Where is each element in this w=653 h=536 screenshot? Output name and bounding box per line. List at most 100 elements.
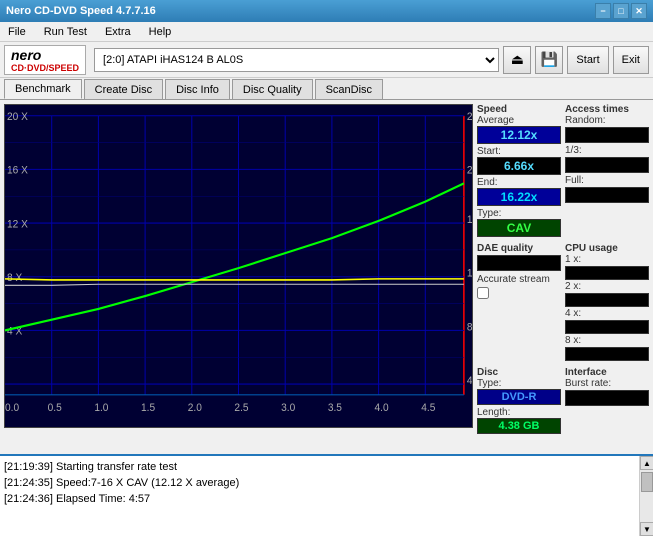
menu-file[interactable]: File (4, 24, 30, 40)
chart-area: 20 X 16 X 12 X 8 X 4 X 24 20 16 12 8 4 0… (4, 104, 473, 428)
access-times-section: Access times Random: 1/3: Full: (565, 104, 649, 237)
menu-help[interactable]: Help (145, 24, 176, 40)
scroll-down-button[interactable]: ▼ (640, 522, 653, 536)
logo: nero CD·DVD/SPEED (4, 45, 86, 75)
log-scrollbar: ▲ ▼ (639, 456, 653, 536)
cpu-1x-label: 1 x: (565, 254, 649, 265)
cpu-4x-label: 4 x: (565, 308, 649, 319)
svg-text:0.5: 0.5 (48, 403, 62, 414)
save-button[interactable]: 💾 (535, 46, 563, 74)
svg-text:8: 8 (467, 322, 472, 333)
random-label: Random: (565, 115, 649, 126)
svg-text:4: 4 (467, 376, 472, 387)
cpu-1x-box (565, 266, 649, 280)
svg-text:0.0: 0.0 (5, 403, 19, 414)
disc-section: Disc Type: DVD-R Length: 4.38 GB (477, 367, 561, 434)
log-line-3: [21:24:36] Elapsed Time: 4:57 (4, 491, 635, 507)
speed-section: Speed Average 12.12x Start: 6.66x End: 1… (477, 104, 561, 237)
speed-type-label: Type: (477, 208, 561, 219)
svg-text:3.5: 3.5 (328, 403, 342, 414)
speed-start-label: Start: (477, 146, 561, 157)
accurate-row (477, 287, 561, 299)
tab-disc-info[interactable]: Disc Info (165, 79, 230, 99)
dae-header: DAE quality (477, 243, 561, 254)
disc-length-value: 4.38 GB (477, 418, 561, 434)
menu-extra[interactable]: Extra (101, 24, 135, 40)
log-area: [21:19:39] Starting transfer rate test [… (0, 454, 653, 536)
cpu-section: CPU usage 1 x: 2 x: 4 x: 8 x: (565, 243, 649, 361)
access-header: Access times (565, 104, 649, 115)
speed-end-label: End: (477, 177, 561, 188)
scroll-up-button[interactable]: ▲ (640, 456, 653, 470)
svg-text:24: 24 (467, 112, 472, 123)
speed-avg-label: Average (477, 115, 561, 126)
interface-section: Interface Burst rate: (565, 367, 649, 434)
onethird-label: 1/3: (565, 145, 649, 156)
svg-text:1.0: 1.0 (94, 403, 108, 414)
dae-value-box (477, 255, 561, 271)
cpu-4x-box (565, 320, 649, 334)
eject-button[interactable]: ⏏ (503, 46, 531, 74)
accurate-checkbox[interactable] (477, 287, 489, 299)
scroll-track (640, 470, 653, 522)
window-controls: − □ ✕ (595, 3, 647, 19)
maximize-button[interactable]: □ (613, 3, 629, 19)
app-title: Nero CD-DVD Speed 4.7.7.16 (6, 5, 156, 17)
disc-header: Disc (477, 367, 561, 378)
cpu-2x-label: 2 x: (565, 281, 649, 292)
scroll-thumb[interactable] (641, 472, 653, 492)
speed-header: Speed (477, 104, 561, 115)
svg-text:2.0: 2.0 (188, 403, 202, 414)
cpu-8x-box (565, 347, 649, 361)
title-bar: Nero CD-DVD Speed 4.7.7.16 − □ ✕ (0, 0, 653, 22)
speed-avg-value: 12.12x (477, 126, 561, 144)
burst-label: Burst rate: (565, 378, 649, 389)
menu-bar: File Run Test Extra Help (0, 22, 653, 42)
drive-selector[interactable]: [2:0] ATAPI iHAS124 B AL0S (94, 48, 499, 72)
svg-text:12: 12 (467, 269, 472, 280)
speed-type-value: CAV (477, 219, 561, 237)
disc-length-label: Length: (477, 407, 561, 418)
speed-end-value: 16.22x (477, 188, 561, 206)
accurate-label: Accurate stream (477, 274, 561, 285)
svg-text:16 X: 16 X (7, 165, 28, 176)
svg-text:20: 20 (467, 165, 472, 176)
disc-type-label: Type: (477, 378, 561, 389)
tab-create-disc[interactable]: Create Disc (84, 79, 163, 99)
svg-text:1.5: 1.5 (141, 403, 155, 414)
full-value-box (565, 187, 649, 203)
full-label: Full: (565, 175, 649, 186)
tab-scan-disc[interactable]: ScanDisc (315, 79, 383, 99)
menu-run-test[interactable]: Run Test (40, 24, 91, 40)
chart-svg: 20 X 16 X 12 X 8 X 4 X 24 20 16 12 8 4 0… (5, 105, 472, 427)
toolbar: nero CD·DVD/SPEED [2:0] ATAPI iHAS124 B … (0, 42, 653, 78)
close-button[interactable]: ✕ (631, 3, 647, 19)
minimize-button[interactable]: − (595, 3, 611, 19)
svg-text:4.5: 4.5 (421, 403, 435, 414)
tab-benchmark[interactable]: Benchmark (4, 79, 82, 99)
tab-disc-quality[interactable]: Disc Quality (232, 79, 313, 99)
log-content: [21:19:39] Starting transfer rate test [… (0, 456, 639, 536)
burst-value-box (565, 390, 649, 406)
svg-text:3.0: 3.0 (281, 403, 295, 414)
onethird-value-box (565, 157, 649, 173)
svg-text:12 X: 12 X (7, 219, 28, 230)
svg-text:16: 16 (467, 215, 472, 226)
svg-text:20 X: 20 X (7, 112, 28, 123)
tabs: Benchmark Create Disc Disc Info Disc Qua… (0, 78, 653, 100)
logo-nero: nero (11, 47, 79, 63)
cpu-8x-label: 8 x: (565, 335, 649, 346)
start-button[interactable]: Start (567, 46, 608, 74)
cpu-header: CPU usage (565, 243, 649, 254)
dae-section: DAE quality Accurate stream (477, 243, 561, 361)
random-value-box (565, 127, 649, 143)
exit-button[interactable]: Exit (613, 46, 649, 74)
logo-sub: CD·DVD/SPEED (11, 63, 79, 73)
log-line-2: [21:24:35] Speed:7-16 X CAV (12.12 X ave… (4, 475, 635, 491)
svg-text:4.0: 4.0 (375, 403, 389, 414)
right-panel: Speed Average 12.12x Start: 6.66x End: 1… (475, 100, 653, 432)
cpu-2x-box (565, 293, 649, 307)
log-line-1: [21:19:39] Starting transfer rate test (4, 459, 635, 475)
svg-text:2.5: 2.5 (234, 403, 248, 414)
speed-start-value: 6.66x (477, 157, 561, 175)
